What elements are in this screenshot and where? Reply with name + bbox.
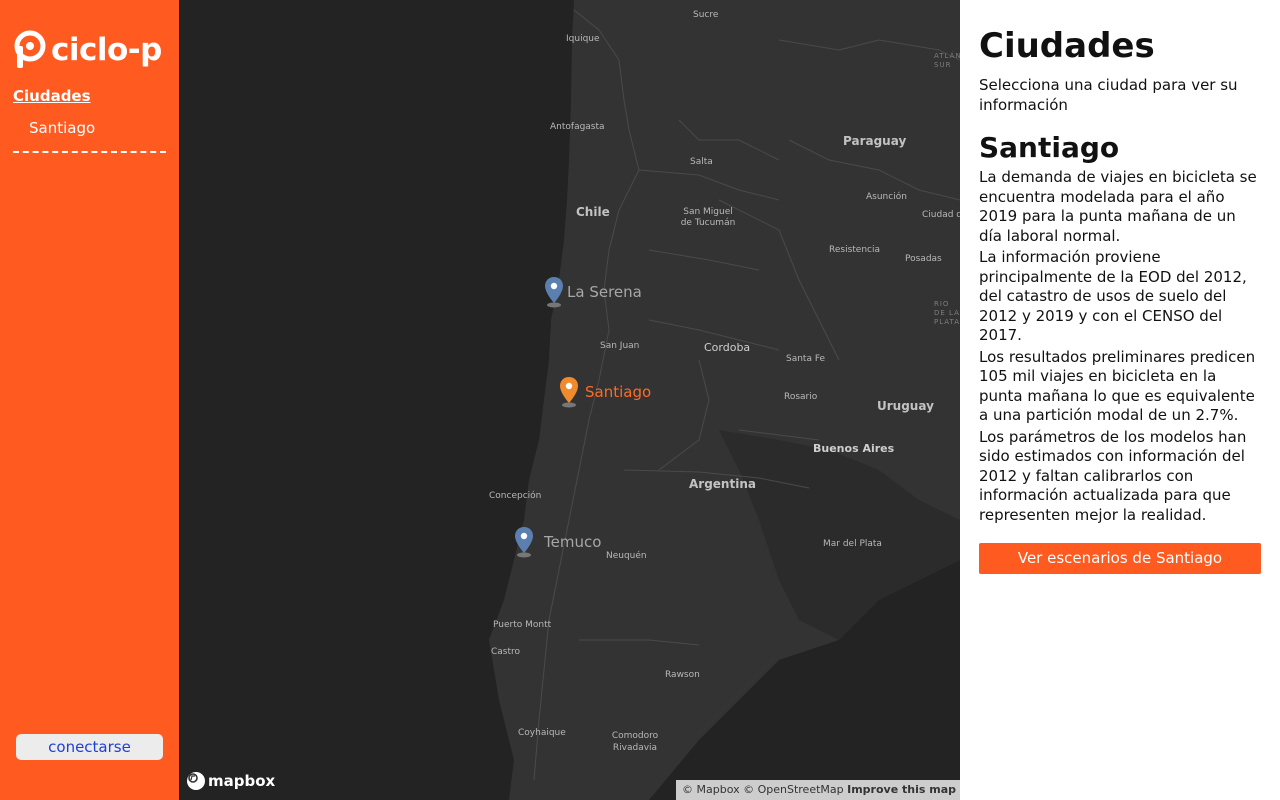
map-label-place: Rosario bbox=[784, 392, 818, 402]
sidebar-heading-ciudades[interactable]: Ciudades bbox=[13, 87, 91, 105]
sidebar-item-santiago[interactable]: Santiago bbox=[29, 119, 95, 137]
map-label-place: Santa Fe bbox=[786, 354, 826, 364]
map-label-place: Coyhaique bbox=[518, 728, 566, 738]
map-label-ocean: ATLÁNTICO SUR bbox=[934, 52, 960, 69]
map-label-country: Chile bbox=[576, 205, 610, 219]
city-paragraph: La información proviene principalmente d… bbox=[979, 248, 1247, 344]
map-marker-icon bbox=[560, 377, 578, 408]
map-pin-label-santiago[interactable]: Santiago bbox=[585, 383, 651, 401]
map-label-place: San Miguel de Tucumán bbox=[680, 207, 736, 228]
attribution-osm-link[interactable]: © OpenStreetMap bbox=[743, 783, 844, 796]
map-label-place: Buenos Aires bbox=[813, 442, 895, 455]
map-pin-label-temuco[interactable]: Temuco bbox=[544, 533, 601, 551]
connect-button[interactable]: conectarse bbox=[16, 734, 163, 760]
map-label-place: Asunción bbox=[866, 192, 907, 202]
map-marker-icon bbox=[515, 527, 533, 558]
map-label-place: Antofagasta bbox=[550, 122, 605, 132]
city-paragraph: Los resultados preliminares predicen 105… bbox=[979, 347, 1256, 425]
city-paragraph: La demanda de viajes en bicicleta se enc… bbox=[979, 168, 1257, 245]
map-label-place: Sucre bbox=[693, 10, 719, 20]
map-label-place: Resistencia bbox=[829, 245, 880, 255]
map-pin-label-la-serena[interactable]: La Serena bbox=[567, 283, 642, 301]
attribution-mapbox-link[interactable]: © Mapbox bbox=[682, 783, 740, 796]
city-info-panel: Ciudades Selecciona una ciudad para ver … bbox=[960, 0, 1280, 800]
map-label-place: San Juan bbox=[600, 341, 640, 351]
map-label-place: Neuquén bbox=[606, 551, 647, 561]
map-label-country: Argentina bbox=[689, 477, 756, 491]
map-label-place: Concepción bbox=[489, 491, 542, 501]
map-label-place: Mar del Plata bbox=[823, 539, 882, 549]
map-label-place: Iquique bbox=[566, 34, 600, 44]
map-label-place: Cordoba bbox=[704, 341, 751, 354]
city-description: La demanda de viajes en bicicleta se enc… bbox=[979, 168, 1262, 527]
map-label-country: Paraguay bbox=[843, 134, 907, 148]
map[interactable]: Sucre Iquique Antofagasta Salta Paraguay… bbox=[179, 0, 960, 800]
app-logo[interactable]: ciclo-p bbox=[13, 29, 162, 69]
view-scenarios-button[interactable]: Ver escenarios de Santiago bbox=[979, 543, 1261, 574]
map-marker-icon bbox=[545, 277, 563, 308]
ciclo-p-logo-icon bbox=[13, 29, 47, 69]
city-paragraph: Los parámetros de los modelos han sido e… bbox=[979, 427, 1247, 524]
map-label-place: Comodoro Rivadavia bbox=[611, 731, 659, 753]
panel-intro: Selecciona una ciudad para ver su inform… bbox=[979, 76, 1238, 114]
sidebar-divider bbox=[13, 151, 166, 153]
map-attribution: © Mapbox © OpenStreetMap Improve this ma… bbox=[676, 780, 960, 800]
map-label-ocean: RIO DE LA PLATA bbox=[934, 300, 960, 326]
map-label-country: Uruguay bbox=[877, 399, 934, 413]
mapbox-logo-text: mapbox bbox=[208, 772, 276, 790]
map-label-place: Salta bbox=[690, 157, 713, 167]
mapbox-logo[interactable]: mapbox bbox=[187, 772, 275, 790]
map-label-place: Castro bbox=[491, 647, 521, 657]
map-label-place: Ciudad de bbox=[922, 210, 960, 220]
city-title: Santiago bbox=[979, 131, 1120, 164]
improve-map-link[interactable]: Improve this map bbox=[847, 783, 956, 796]
map-label-place: Puerto Montt bbox=[493, 620, 552, 630]
map-label-place: Rawson bbox=[665, 670, 700, 680]
app-logo-text: ciclo-p bbox=[51, 31, 162, 68]
panel-title: Ciudades bbox=[979, 26, 1155, 66]
map-label-place: Posadas bbox=[905, 254, 942, 264]
mapbox-icon bbox=[187, 772, 205, 790]
sidebar: ciclo-p Ciudades Santiago conectarse bbox=[0, 0, 179, 800]
